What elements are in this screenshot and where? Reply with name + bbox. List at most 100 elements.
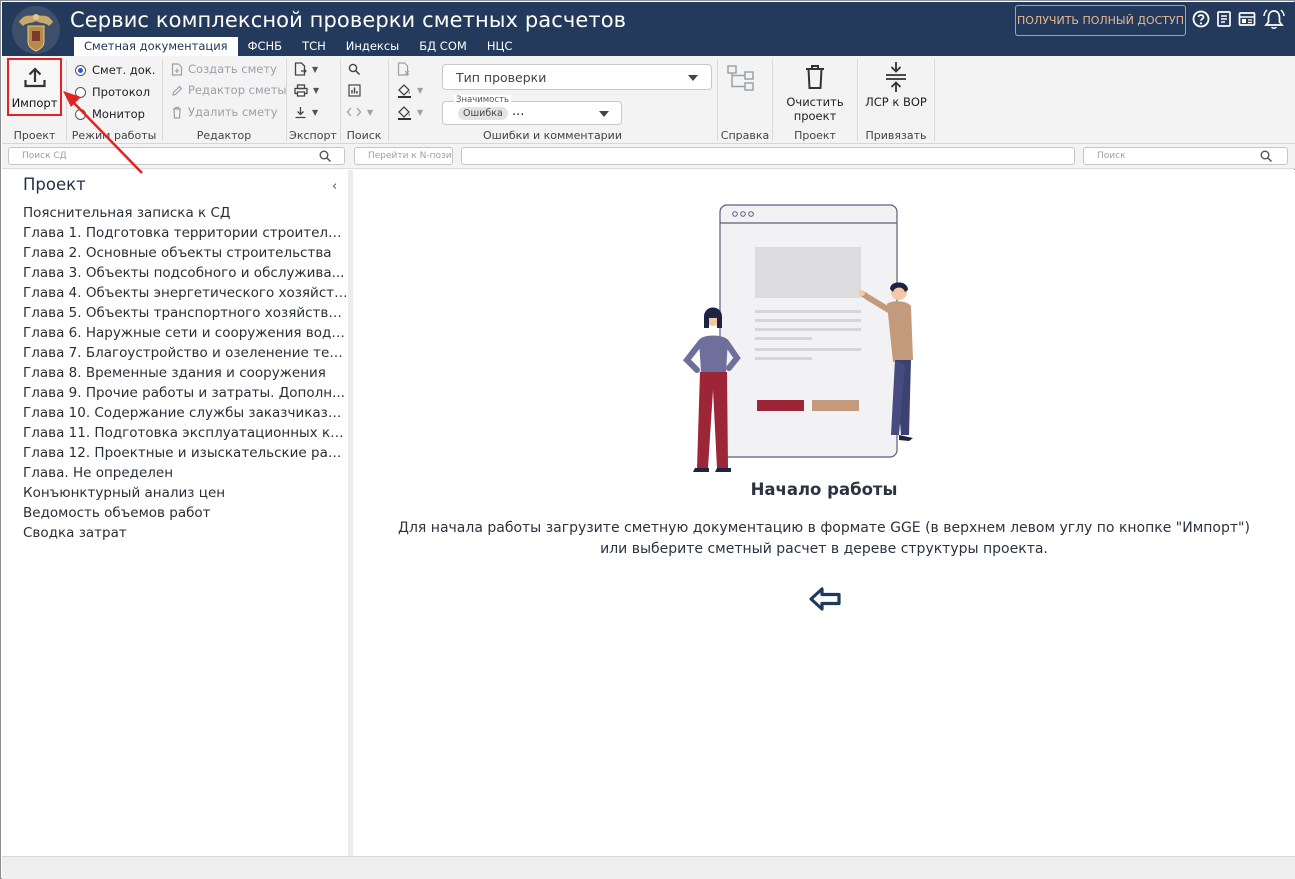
search-tool-button[interactable] bbox=[348, 61, 361, 77]
goto-position-input[interactable]: Перейти к N-пози bbox=[354, 147, 453, 165]
tree-item[interactable]: Глава 3. Объекты подсобного и обслужива.… bbox=[23, 263, 349, 283]
search-sd-input[interactable]: Поиск СД bbox=[8, 147, 345, 165]
file-plus-icon bbox=[171, 62, 183, 76]
group-label-help: Справка bbox=[720, 129, 770, 142]
ribbon-separator bbox=[66, 59, 67, 141]
paint-bucket-icon bbox=[398, 105, 411, 120]
fill-color-dropdown[interactable]: ▼ bbox=[397, 82, 423, 98]
help-icon[interactable] bbox=[1190, 8, 1212, 30]
tree-item[interactable]: Ведомость объемов работ bbox=[23, 503, 349, 523]
ribbon-separator bbox=[934, 59, 935, 141]
tree-item[interactable]: Глава. Не определен bbox=[23, 463, 349, 483]
paint-bucket-icon bbox=[398, 83, 411, 98]
download-dropdown[interactable]: ▼ bbox=[294, 104, 318, 120]
position-detail-input[interactable] bbox=[461, 147, 1075, 165]
tree-item[interactable]: Глава 5. Объекты транспортного хозяйства… bbox=[23, 303, 349, 323]
tree-item[interactable]: Глава 7. Благоустройство и озеленение те… bbox=[23, 343, 349, 363]
status-bar bbox=[2, 856, 1295, 879]
chevron-down-icon: ▼ bbox=[367, 107, 374, 117]
tree-item[interactable]: Глава 4. Объекты энергетического хозяйст… bbox=[23, 283, 349, 303]
delete-estimate-button[interactable]: Удалить смету bbox=[171, 104, 278, 120]
tree-item[interactable]: Глава 1. Подготовка территории строитель… bbox=[23, 223, 349, 243]
print-dropdown[interactable]: ▼ bbox=[294, 82, 319, 98]
tree-item[interactable]: Глава 9. Прочие работы и затраты. Дополн… bbox=[23, 383, 349, 403]
tree-item[interactable]: Глава 12. Проектные и изыскательские раб… bbox=[23, 443, 349, 463]
ribbon-toolbar: Импорт Проект Смет. док. Протокол Монито… bbox=[2, 56, 1295, 144]
mode-radio-protocol[interactable]: Протокол bbox=[75, 84, 150, 100]
tab-bd-som[interactable]: БД СОМ bbox=[409, 37, 477, 56]
statistics-button[interactable] bbox=[348, 82, 361, 98]
trash-icon bbox=[173, 106, 181, 119]
check-type-select[interactable]: Тип проверки bbox=[442, 64, 712, 90]
app-window: Сервис комплексной проверки сметных расч… bbox=[0, 0, 1295, 879]
export-file-icon bbox=[294, 62, 307, 76]
chevron-down-icon: ▼ bbox=[312, 64, 319, 74]
ribbon-separator bbox=[286, 59, 287, 141]
significance-label: Значимость bbox=[454, 95, 512, 105]
highlight-color-dropdown[interactable]: ▼ bbox=[397, 104, 423, 120]
tab-fsnb[interactable]: ФСНБ bbox=[238, 37, 292, 56]
ribbon-separator bbox=[340, 59, 341, 141]
group-label-mode: Режим работы bbox=[71, 129, 157, 142]
tree-item[interactable]: Глава 8. Временные здания и сооружения bbox=[23, 363, 349, 383]
tree-item[interactable]: Конъюнктурный анализ цен bbox=[23, 483, 349, 503]
search-icon bbox=[319, 150, 332, 163]
group-label-export: Экспорт bbox=[289, 129, 337, 142]
radio-indicator bbox=[75, 64, 86, 76]
radio-indicator bbox=[75, 108, 86, 120]
tab-ncs[interactable]: НЦС bbox=[477, 37, 523, 56]
top-tabs: Сметная документация ФСНБ ТСН Индексы БД… bbox=[74, 37, 522, 56]
tree-item[interactable]: Глава 6. Наружные сети и сооружения водо… bbox=[23, 323, 349, 343]
radio-indicator bbox=[75, 86, 86, 98]
ribbon-separator bbox=[388, 59, 389, 141]
group-label-project-2: Проект bbox=[794, 129, 836, 142]
tab-tsn[interactable]: ТСН bbox=[292, 37, 336, 56]
edit-estimate-button[interactable]: Редактор сметы bbox=[171, 82, 287, 98]
ribbon-separator bbox=[162, 59, 163, 141]
chevron-down-icon: ▼ bbox=[313, 85, 320, 95]
mode-radio-monitor[interactable]: Монитор bbox=[75, 106, 145, 122]
ribbon-separator bbox=[717, 59, 718, 141]
chart-icon bbox=[348, 83, 361, 97]
import-button[interactable]: Импорт bbox=[7, 58, 62, 116]
start-instructions: Для начала работы загрузите сметную доку… bbox=[398, 520, 1250, 557]
full-access-button[interactable]: ПОЛУЧИТЬ ПОЛНЫЙ ДОСТУП bbox=[1015, 5, 1186, 36]
emblem-logo-icon bbox=[12, 6, 60, 54]
code-view-dropdown[interactable]: ▼ bbox=[346, 104, 373, 120]
tree-item[interactable]: Глава 10. Содержание службы заказчиказас… bbox=[23, 403, 349, 423]
news-panel-icon[interactable] bbox=[1236, 8, 1258, 30]
chevron-down-icon: ▼ bbox=[417, 107, 424, 117]
group-label-project: Проект bbox=[13, 129, 56, 142]
file-clear-icon bbox=[397, 62, 410, 76]
export-file-dropdown[interactable]: ▼ bbox=[294, 61, 318, 77]
tree-item[interactable]: Сводка затрат bbox=[23, 523, 349, 543]
trash-icon bbox=[806, 65, 824, 89]
significance-chip: Ошибка bbox=[458, 107, 508, 120]
clear-project-button[interactable]: Очистить проект bbox=[774, 58, 856, 126]
tree-item[interactable]: Глава 11. Подготовка эксплуатационных ка… bbox=[23, 423, 349, 443]
chevron-down-icon bbox=[599, 111, 609, 117]
clear-marks-button[interactable] bbox=[397, 61, 410, 77]
tree-item[interactable]: Пояснительная записка к СД bbox=[23, 203, 349, 223]
merge-arrows-icon bbox=[886, 62, 906, 92]
tab-estimate-docs[interactable]: Сметная документация bbox=[74, 37, 238, 56]
search-input[interactable]: Поиск bbox=[1083, 147, 1288, 165]
bind-lsr-vor-button[interactable]: ЛСР к ВОР bbox=[859, 58, 933, 126]
mode-radio-estimate-docs[interactable]: Смет. док. bbox=[75, 62, 155, 78]
pencil-icon bbox=[172, 85, 183, 96]
notifications-bell-icon[interactable] bbox=[1261, 8, 1287, 30]
group-label-bind: Привязать bbox=[865, 129, 927, 142]
create-estimate-button[interactable]: Создать смету bbox=[171, 61, 277, 77]
code-brackets-icon bbox=[346, 107, 362, 117]
tree-item[interactable]: Глава 2. Основные объекты строительства bbox=[23, 243, 349, 263]
group-label-search: Поиск bbox=[346, 129, 382, 142]
tab-indexes[interactable]: Индексы bbox=[336, 37, 410, 56]
upload-icon bbox=[24, 67, 46, 88]
panel-title: Проект bbox=[23, 175, 86, 194]
group-label-errors: Ошибки и комментарии bbox=[483, 129, 622, 142]
app-title: Сервис комплексной проверки сметных расч… bbox=[70, 8, 627, 32]
start-illustration-image bbox=[683, 204, 913, 472]
document-list-icon[interactable] bbox=[1213, 8, 1235, 30]
collapse-panel-icon[interactable]: ‹ bbox=[332, 179, 337, 194]
structure-tree-icon[interactable] bbox=[726, 64, 756, 92]
